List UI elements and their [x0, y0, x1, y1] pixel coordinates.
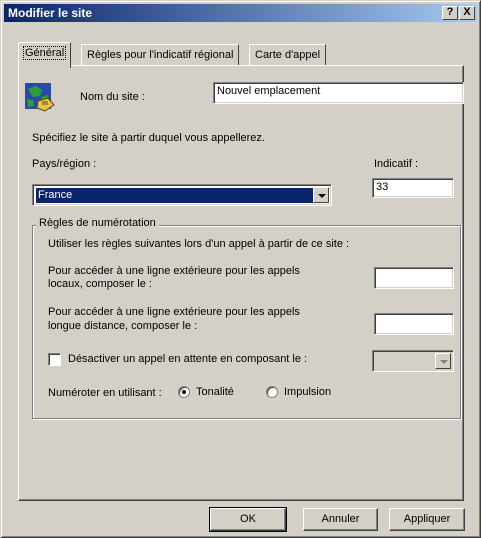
cancel-button[interactable]: Annuler	[303, 508, 378, 531]
country-label: Pays/région :	[32, 158, 97, 170]
long-distance-text-2: longue distance, composer le :	[48, 320, 198, 332]
close-button[interactable]: X	[459, 6, 475, 20]
tone-radio[interactable]	[178, 386, 190, 398]
specify-site-text: Spécifiez le site à partir duquel vous a…	[32, 132, 265, 144]
help-button[interactable]: ?	[442, 6, 458, 20]
window-title: Modifier le site	[8, 6, 93, 20]
site-name-input[interactable]: Nouvel emplacement	[213, 82, 464, 104]
tab-area-code-rules[interactable]: Règles pour l'indicatif régional	[81, 44, 240, 66]
chevron-down-icon[interactable]	[313, 187, 329, 203]
ok-button[interactable]: OK	[209, 507, 287, 532]
local-access-input[interactable]	[374, 267, 454, 289]
apply-button[interactable]: Appliquer	[389, 508, 465, 531]
country-selected-value: France	[36, 188, 313, 203]
tab-general-label: Général	[22, 46, 67, 60]
tab-calling-card[interactable]: Carte d'appel	[249, 44, 327, 66]
call-waiting-label: Désactiver un appel en attente en compos…	[68, 353, 308, 365]
long-distance-text-1: Pour accéder à une ligne extérieure pour…	[48, 306, 300, 318]
pulse-label: Impulsion	[284, 386, 332, 398]
dialog-window: Modifier le site ? X Général Règles pour…	[0, 0, 481, 538]
tone-label: Tonalité	[196, 386, 234, 398]
dialing-rules-legend: Règles de numérotation	[36, 217, 159, 229]
phone-globe-icon	[25, 83, 55, 112]
long-distance-input[interactable]	[374, 313, 454, 335]
pulse-radio[interactable]	[266, 386, 278, 398]
chevron-down-icon	[435, 353, 451, 369]
dialing-rules-intro: Utiliser les règles suivantes lors d'un …	[48, 238, 350, 250]
site-name-label: Nom du site :	[80, 91, 145, 103]
local-access-text-1: Pour accéder à une ligne extérieure pour…	[48, 265, 300, 277]
tab-general[interactable]: Général	[18, 42, 72, 68]
country-select[interactable]: France	[32, 184, 332, 206]
area-code-label: Indicatif :	[374, 158, 419, 170]
call-waiting-select[interactable]	[372, 350, 454, 372]
title-bar[interactable]: Modifier le site ? X	[4, 4, 477, 22]
tab-area-code-rules-label: Règles pour l'indicatif régional	[87, 49, 234, 61]
call-waiting-checkbox[interactable]	[48, 353, 61, 366]
dial-using-label: Numéroter en utilisant :	[48, 387, 162, 399]
area-code-input[interactable]: 33	[372, 178, 454, 198]
tab-calling-card-label: Carte d'appel	[255, 49, 321, 61]
local-access-text-2: locaux, composer le :	[48, 278, 152, 290]
